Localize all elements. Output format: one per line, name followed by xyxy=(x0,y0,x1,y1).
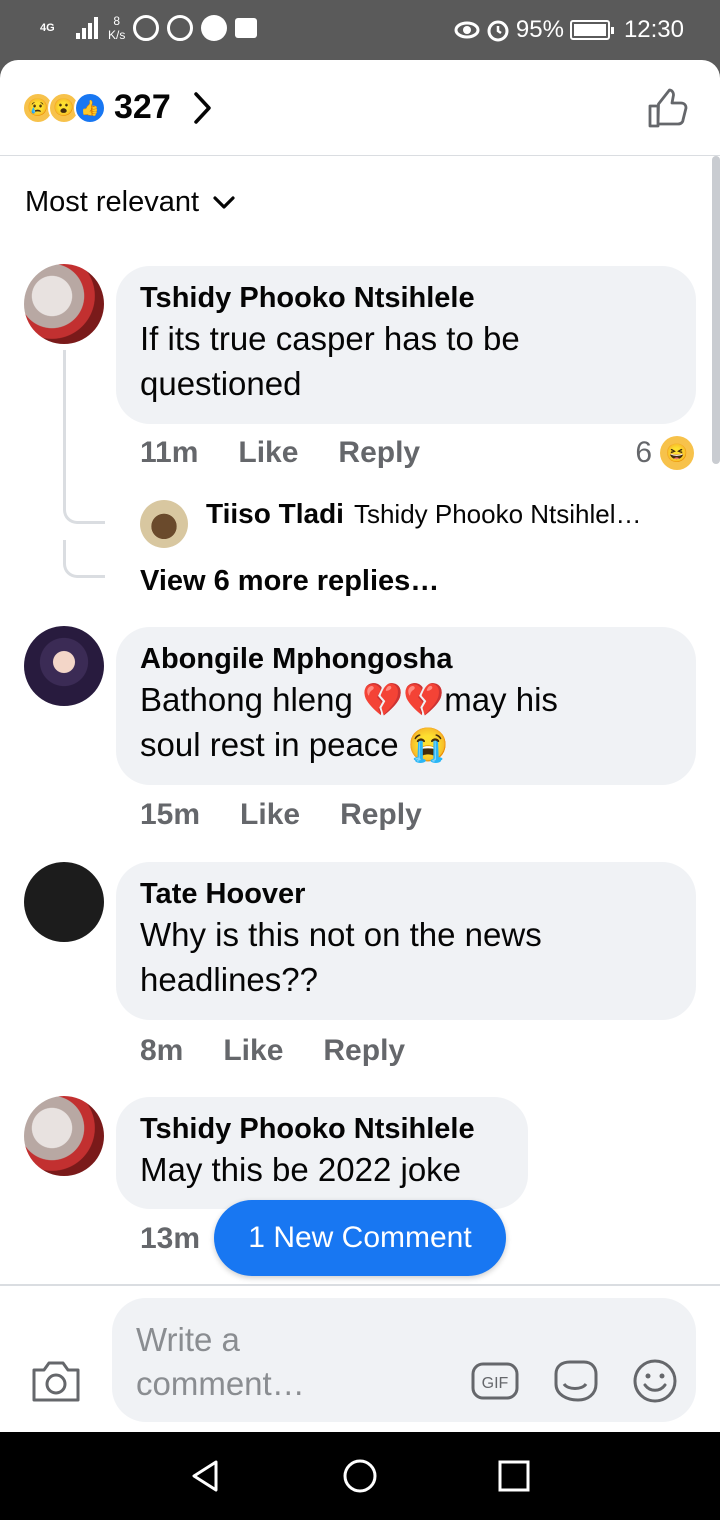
comment-composer: Write a comment… GIF xyxy=(0,1284,720,1432)
gif-icon[interactable]: GIF xyxy=(470,1356,520,1406)
reaction-count: 327 xyxy=(114,88,171,126)
haha-reaction-icon: 😆 xyxy=(660,436,694,470)
messenger-icon xyxy=(201,15,228,41)
sticker-icon[interactable] xyxy=(550,1356,600,1406)
status-bar: 4G 8 K/s 95% 12:30 xyxy=(0,0,720,60)
sort-dropdown[interactable]: Most relevant xyxy=(25,186,235,219)
sort-label: Most relevant xyxy=(25,186,200,218)
reactions-header: 😢 😮 👍 327 xyxy=(0,60,720,156)
status-left: 4G 8 K/s xyxy=(40,14,258,42)
chat-icon xyxy=(235,18,258,38)
broken-heart-emoji: 💔💔 xyxy=(362,681,445,718)
like-reaction-icon: 👍 xyxy=(74,91,106,124)
avatar[interactable] xyxy=(24,626,104,706)
avatar[interactable] xyxy=(24,862,104,942)
comment-reaction-count: 6 xyxy=(635,436,652,469)
back-icon[interactable] xyxy=(186,1456,226,1496)
comment-author[interactable]: Abongile Mphongosha xyxy=(140,641,672,677)
new-comment-button[interactable]: 1 New Comment xyxy=(214,1200,506,1276)
status-right: 95% 12:30 xyxy=(454,16,684,44)
comment-time: 13m xyxy=(140,1222,201,1255)
comment-text: Bathong hleng 💔💔may his soul rest in pea… xyxy=(140,681,558,763)
reply-link[interactable]: Reply xyxy=(323,1034,405,1068)
comment-input[interactable]: Write a comment… GIF xyxy=(112,1298,696,1422)
chevron-right-icon xyxy=(193,91,211,124)
reply-text: Tshidy Phooko Ntsihlel… xyxy=(353,498,642,529)
comment-placeholder: Write a comment… xyxy=(136,1321,305,1402)
comment-bubble[interactable]: Tshidy Phooko Ntsihlele May this be 2022… xyxy=(116,1097,528,1209)
system-navigation-bar xyxy=(0,1432,720,1520)
network-speed: 8 K/s xyxy=(108,14,126,42)
data-saver-icon xyxy=(133,15,160,41)
thread-connector xyxy=(63,490,105,524)
alarm-icon xyxy=(487,20,509,42)
reactions-summary[interactable]: 😢 😮 👍 327 xyxy=(22,88,213,127)
comment-actions: 8m Like Reply xyxy=(140,1034,445,1068)
battery-percent: 95% xyxy=(515,16,564,43)
comment-actions: 15m Like Reply xyxy=(140,798,462,832)
chevron-down-icon xyxy=(213,195,235,209)
vpn-icon xyxy=(167,15,194,41)
camera-icon[interactable] xyxy=(30,1358,82,1404)
comment-author[interactable]: Tate Hoover xyxy=(140,876,672,912)
comment-text: If its true casper has to be questioned xyxy=(140,320,520,402)
comment-time: 15m xyxy=(140,798,201,831)
like-link[interactable]: Like xyxy=(240,798,300,832)
comment-bubble[interactable]: Tshidy Phooko Ntsihlele If its true casp… xyxy=(116,266,696,424)
avatar[interactable] xyxy=(24,264,104,344)
comment-reactions[interactable]: 6 😆 xyxy=(635,436,694,470)
like-link[interactable]: Like xyxy=(223,1034,283,1068)
thread-connector xyxy=(63,540,105,578)
comment-text: Why is this not on the news headlines?? xyxy=(140,916,542,998)
thread-line xyxy=(63,350,66,510)
reply-link[interactable]: Reply xyxy=(338,436,420,470)
avatar[interactable] xyxy=(24,1096,104,1176)
comment-bubble[interactable]: Abongile Mphongosha Bathong hleng 💔💔may … xyxy=(116,627,696,785)
network-indicator: 4G xyxy=(40,21,55,34)
clock: 12:30 xyxy=(623,16,684,43)
eye-comfort-icon xyxy=(454,21,480,39)
reply-author: Tiiso Tladi xyxy=(206,498,344,529)
home-icon[interactable] xyxy=(340,1456,380,1496)
reply-preview[interactable]: Tiiso Tladi Tshidy Phooko Ntsihlel… xyxy=(140,498,642,530)
comment-time: 8m xyxy=(140,1034,184,1067)
comment-author[interactable]: Tshidy Phooko Ntsihlele xyxy=(140,280,672,316)
thumbs-up-icon[interactable] xyxy=(646,86,690,130)
like-link[interactable]: Like xyxy=(238,436,298,470)
battery-icon xyxy=(569,20,614,40)
emoji-icon[interactable] xyxy=(630,1356,680,1406)
comment-actions: 11m Like Reply xyxy=(140,436,460,470)
view-more-replies-link[interactable]: View 6 more replies… xyxy=(140,565,439,598)
crying-emoji: 😭 xyxy=(407,726,449,763)
comment-author[interactable]: Tshidy Phooko Ntsihlele xyxy=(140,1111,504,1147)
signal-icon xyxy=(76,17,98,39)
svg-text:GIF: GIF xyxy=(482,1375,509,1392)
comment-text: May this be 2022 joke xyxy=(140,1151,462,1188)
comments-sheet: 😢 😮 👍 327 Most relevant Tshidy Phooko Nt… xyxy=(0,60,720,1432)
comment-bubble[interactable]: Tate Hoover Why is this not on the news … xyxy=(116,862,696,1020)
comment-time: 11m xyxy=(140,436,199,469)
scrollbar[interactable] xyxy=(712,156,720,464)
reply-link[interactable]: Reply xyxy=(340,798,422,832)
recents-icon[interactable] xyxy=(494,1456,534,1496)
